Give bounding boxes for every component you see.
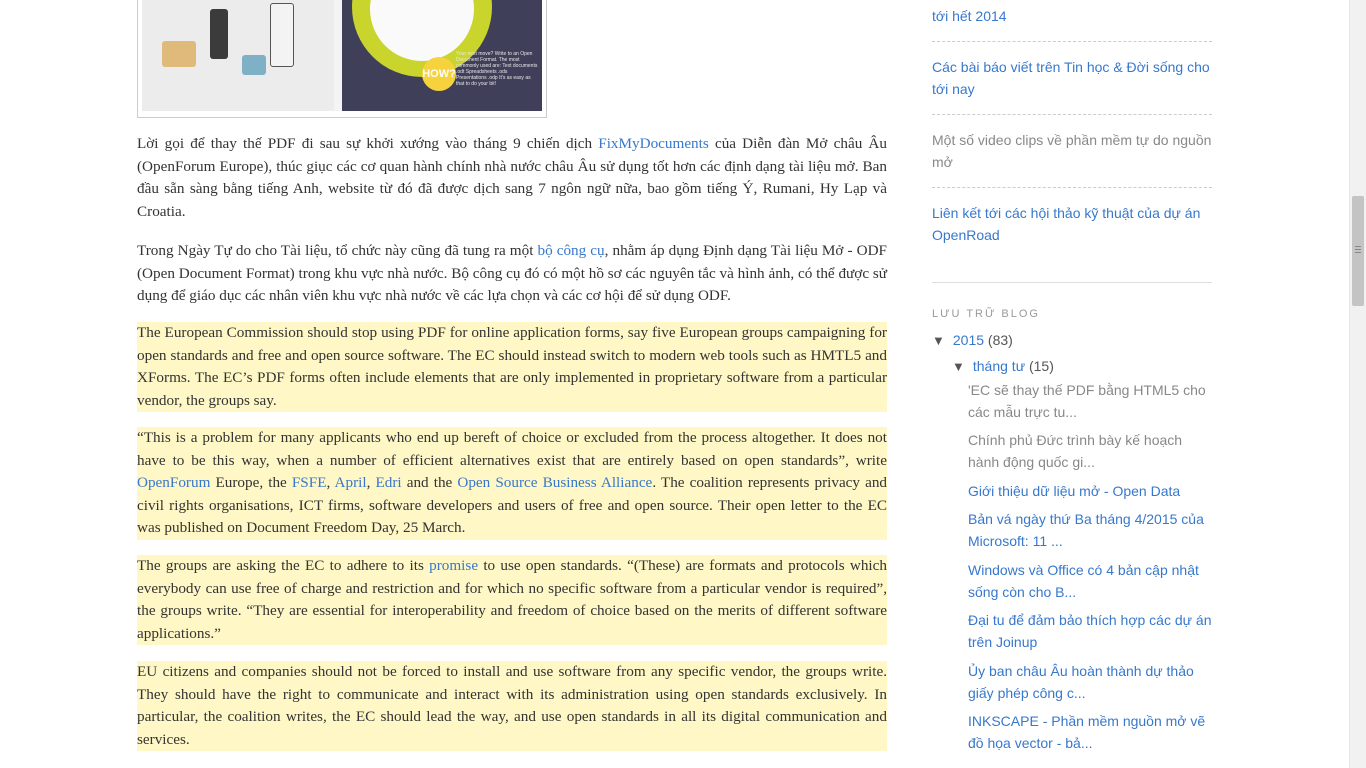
archive-post-item: 'EC sẽ thay thế PDF bằng HTML5 cho các m… [968,379,1214,423]
archive-month-link[interactable]: tháng tư [973,358,1025,374]
illustration-desk [162,41,196,67]
archive-post-item: Giới thiệu dữ liệu mở - Open Data [968,480,1214,502]
paragraph-4-highlighted: “This is a problem for many applicants w… [137,427,887,540]
collapse-triangle-icon[interactable]: ▼ [952,359,965,374]
fixmydocuments-link[interactable]: FixMyDocuments [598,135,709,152]
paragraph-text: Europe, the [210,474,292,491]
archive-post-link[interactable]: Giới thiệu dữ liệu mở - Open Data [968,483,1180,499]
archive-post-link[interactable]: Windows và Office có 4 bản cập nhật sống… [968,562,1199,600]
sidebar-link[interactable]: Liên kết tới các hội thảo kỹ thuật của d… [932,205,1200,243]
post-count: (83) [987,332,1013,348]
paragraph-text: The groups are asking the EC to adhere t… [137,557,430,574]
infographic-right-panel: HOW? Your next move? Write to an Open Do… [342,0,542,111]
archive-post-item: Windows và Office có 4 bản cập nhật sống… [968,559,1214,603]
paragraph-text: Lời gọi để thay thế PDF đi sau sự khởi x… [137,135,599,152]
sidebar-link-item: tới hết 2014 [932,5,1212,27]
sidebar-link-item: Một số video clips về phần mềm tự do ngu… [932,129,1212,173]
archive-post-item: Bản vá ngày thứ Ba tháng 4/2015 của Micr… [968,508,1214,552]
divider [932,41,1212,42]
edri-link[interactable]: Edri [375,474,401,491]
openforum-link[interactable]: OpenForum [137,474,210,491]
illustration-person [210,9,228,59]
osba-link[interactable]: Open Source Business Alliance [457,474,652,491]
infographic-canvas: HOW? Your next move? Write to an Open Do… [142,0,542,111]
toolkit-link[interactable]: bộ công cụ [537,242,604,259]
sidebar-link-item: Liên kết tới các hội thảo kỹ thuật của d… [932,202,1212,246]
archive-month-april: ▼ tháng tư (15) [952,355,1054,378]
paragraph-text: “This is a problem for many applicants w… [137,429,887,469]
collapse-triangle-icon[interactable]: ▼ [932,333,945,348]
paragraph-5-highlighted: The groups are asking the EC to adhere t… [137,555,887,645]
infographic-caption: Your next move? Write to an Open Documen… [456,51,538,87]
archive-post-item: INKSCAPE - Phần mềm nguồn mở vẽ đồ họa v… [968,710,1214,754]
paragraph-2: Trong Ngày Tự do cho Tài liệu, tổ chức n… [137,240,887,308]
archive-post-link[interactable]: Chính phủ Đức trình bày kế hoạch hành độ… [968,432,1182,470]
archive-post-link[interactable]: INKSCAPE - Phần mềm nguồn mở vẽ đồ họa v… [968,713,1205,751]
april-link[interactable]: April [335,474,367,491]
grip-line [1355,252,1361,253]
archive-post-link[interactable]: Đại tu để đảm bảo thích hợp các dự án tr… [968,612,1211,650]
how-badge: HOW? [422,57,456,91]
paragraph-text: , [326,474,335,491]
divider [932,187,1212,188]
archive-post-link[interactable]: Ủy ban châu Âu hoàn thành dự thảo giấy p… [968,663,1194,701]
sidebar-link[interactable]: Các bài báo viết trên Tin học & Đời sống… [932,59,1210,97]
paragraph-text: Trong Ngày Tự do cho Tài liệu, tổ chức n… [137,242,538,259]
scrollbar-thumb[interactable] [1352,196,1364,306]
archive-post-item: Đại tu để đảm bảo thích hợp các dự án tr… [968,609,1214,653]
archive-post-link[interactable]: 'EC sẽ thay thế PDF bằng HTML5 cho các m… [968,382,1206,420]
grip-line [1355,249,1361,250]
archive-year-link[interactable]: 2015 [953,332,984,348]
divider [932,114,1212,115]
paragraph-3-highlighted: The European Commission should stop usin… [137,322,887,412]
section-divider [932,282,1212,283]
post-count: (15) [1028,358,1054,374]
archive-year-2015: ▼ 2015 (83) [932,329,1013,352]
sidebar-link[interactable]: Một số video clips về phần mềm tự do ngu… [932,132,1211,170]
paragraph-1: Lời gọi để thay thế PDF đi sau sự khởi x… [137,133,887,223]
archive-post-item: Ủy ban châu Âu hoàn thành dự thảo giấy p… [968,660,1214,704]
paragraph-text: and the [401,474,458,491]
promise-link[interactable]: promise [429,557,478,574]
archive-post-item: Chính phủ Đức trình bày kế hoạch hành độ… [968,429,1214,473]
vertical-scrollbar[interactable] [1349,0,1366,768]
archive-post-link[interactable]: Bản vá ngày thứ Ba tháng 4/2015 của Micr… [968,511,1204,549]
paragraph-6-highlighted: EU citizens and companies should not be … [137,661,887,751]
sidebar-link[interactable]: tới hết 2014 [932,8,1007,24]
sidebar-link-item: Các bài báo viết trên Tin học & Đời sống… [932,56,1212,100]
infographic-left-panel [142,0,334,111]
infographic-image[interactable]: HOW? Your next move? Write to an Open Do… [137,0,547,118]
blog-archive-heading: LƯU TRỮ BLOG [932,308,1040,320]
fsfe-link[interactable]: FSFE [292,474,327,491]
illustration-document [270,3,294,67]
illustration-chair [242,55,266,75]
grip-line [1355,246,1361,247]
